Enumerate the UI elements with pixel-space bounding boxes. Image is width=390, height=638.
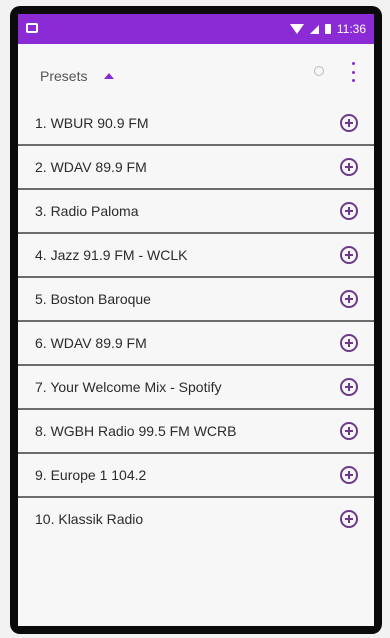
app-screen: 11:36 Presets 1. WBUR 90.9 FM 2. WDAV 89… bbox=[18, 14, 374, 626]
battery-icon bbox=[324, 24, 331, 34]
add-preset-icon[interactable] bbox=[340, 202, 358, 220]
preset-label: 1. WBUR 90.9 FM bbox=[35, 115, 149, 131]
preset-item-2[interactable]: 2. WDAV 89.9 FM bbox=[18, 146, 374, 190]
preset-item-5[interactable]: 5. Boston Baroque bbox=[18, 278, 374, 322]
preset-label: 5. Boston Baroque bbox=[35, 291, 151, 307]
preset-item-7[interactable]: 7. Your Welcome Mix - Spotify bbox=[18, 366, 374, 410]
add-preset-icon[interactable] bbox=[340, 378, 358, 396]
preset-item-1[interactable]: 1. WBUR 90.9 FM bbox=[18, 102, 374, 146]
more-vert-icon[interactable] bbox=[350, 62, 356, 82]
refresh-icon[interactable] bbox=[314, 66, 324, 76]
signal-icon bbox=[309, 24, 319, 34]
preset-item-4[interactable]: 4. Jazz 91.9 FM - WCLK bbox=[18, 234, 374, 278]
status-time: 11:36 bbox=[336, 22, 366, 36]
presets-title[interactable]: Presets bbox=[40, 68, 87, 84]
add-preset-icon[interactable] bbox=[340, 334, 358, 352]
preset-label: 9. Europe 1 104.2 bbox=[35, 467, 147, 483]
preset-label: 8. WGBH Radio 99.5 FM WCRB bbox=[35, 423, 237, 439]
preset-item-6[interactable]: 6. WDAV 89.9 FM bbox=[18, 322, 374, 366]
presets-list: 1. WBUR 90.9 FM 2. WDAV 89.9 FM 3. Radio… bbox=[18, 102, 374, 542]
notification-icon bbox=[26, 23, 38, 33]
status-bar: 11:36 bbox=[18, 14, 374, 44]
preset-item-3[interactable]: 3. Radio Paloma bbox=[18, 190, 374, 234]
preset-label: 10. Klassik Radio bbox=[35, 511, 144, 527]
add-preset-icon[interactable] bbox=[340, 290, 358, 308]
wifi-icon bbox=[289, 24, 304, 34]
preset-label: 4. Jazz 91.9 FM - WCLK bbox=[35, 247, 188, 263]
bottom-empty-area bbox=[18, 546, 374, 626]
preset-label: 3. Radio Paloma bbox=[35, 203, 139, 219]
device-frame: 11:36 Presets 1. WBUR 90.9 FM 2. WDAV 89… bbox=[0, 0, 390, 638]
preset-item-10[interactable]: 10. Klassik Radio bbox=[18, 498, 374, 542]
add-preset-icon[interactable] bbox=[340, 422, 358, 440]
preset-label: 7. Your Welcome Mix - Spotify bbox=[35, 379, 222, 395]
add-preset-icon[interactable] bbox=[340, 466, 358, 484]
add-preset-icon[interactable] bbox=[340, 246, 358, 264]
preset-item-8[interactable]: 8. WGBH Radio 99.5 FM WCRB bbox=[18, 410, 374, 454]
caret-up-icon[interactable] bbox=[104, 73, 114, 79]
add-preset-icon[interactable] bbox=[340, 114, 358, 132]
preset-label: 2. WDAV 89.9 FM bbox=[35, 159, 147, 175]
preset-label: 6. WDAV 89.9 FM bbox=[35, 335, 147, 351]
add-preset-icon[interactable] bbox=[340, 510, 358, 528]
status-right: 11:36 bbox=[289, 20, 366, 38]
preset-item-9[interactable]: 9. Europe 1 104.2 bbox=[18, 454, 374, 498]
add-preset-icon[interactable] bbox=[340, 158, 358, 176]
app-bar: Presets bbox=[18, 44, 374, 100]
